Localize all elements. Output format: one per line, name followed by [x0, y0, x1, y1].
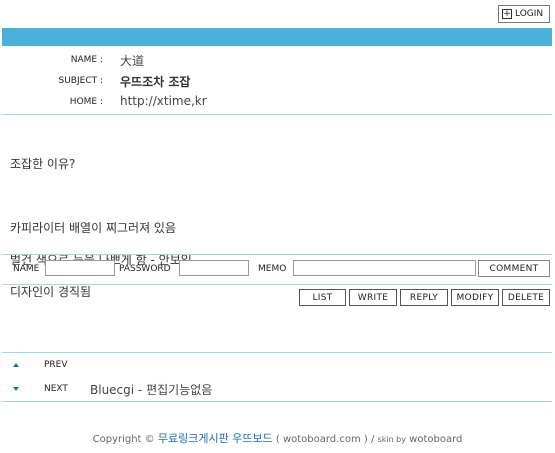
name-label: NAME :	[70, 55, 103, 65]
skin-name: wotoboard	[409, 434, 463, 445]
write-button[interactable]: WRITE	[349, 289, 397, 306]
next-label[interactable]: NEXT	[44, 384, 68, 394]
author-name: 大道	[120, 54, 145, 68]
list-button[interactable]: LIST	[299, 289, 346, 306]
skin-prefix: skin by	[377, 435, 406, 444]
prev-label[interactable]: PREV	[44, 360, 68, 370]
home-label: HOME :	[69, 97, 103, 107]
copyright-text: Copyright ©	[92, 434, 155, 445]
plus-box-icon: +	[502, 9, 512, 19]
divider	[2, 114, 552, 115]
triangle-up-icon	[13, 363, 19, 367]
comment-name-input[interactable]	[45, 260, 115, 276]
footer: Copyright © 무료링크게시판 우뜨보드 ( wotoboard.com…	[0, 430, 555, 446]
divider	[2, 401, 552, 402]
comment-memo-input[interactable]	[293, 260, 476, 276]
triangle-down-icon	[13, 387, 19, 391]
divider	[2, 254, 552, 255]
comment-memo-label: MEMO	[258, 264, 287, 274]
divider	[2, 284, 552, 285]
comment-button[interactable]: COMMENT	[478, 260, 550, 277]
login-label: LOGIN	[515, 9, 544, 19]
header-bar	[2, 28, 552, 46]
domain-text: ( wotoboard.com )	[275, 434, 368, 445]
site-name-link[interactable]: 무료링크게시판 우뜨보드	[158, 432, 273, 445]
modify-button[interactable]: MODIFY	[451, 289, 499, 306]
comment-password-label: PASSWORD	[119, 264, 171, 274]
divider	[2, 352, 552, 353]
login-button[interactable]: + LOGIN	[498, 5, 550, 23]
reply-button[interactable]: REPLY	[400, 289, 448, 306]
content-line: 카피라이터 배열이 찌그러져 있음	[10, 221, 177, 235]
subject-label: SUBJECT :	[58, 76, 104, 86]
subject-value: 우뜨조차 조잡	[120, 75, 191, 89]
delete-button[interactable]: DELETE	[502, 289, 550, 306]
content-line	[10, 188, 530, 204]
comment-password-input[interactable]	[179, 260, 249, 276]
comment-name-label: NAME	[13, 264, 40, 274]
footer-separator: /	[370, 434, 375, 445]
content-line: 조잡한 이유?	[10, 157, 76, 171]
home-link[interactable]: http://xtime,kr	[120, 94, 207, 108]
next-post-title[interactable]: Bluecgi - 편집기능없음	[90, 381, 212, 398]
